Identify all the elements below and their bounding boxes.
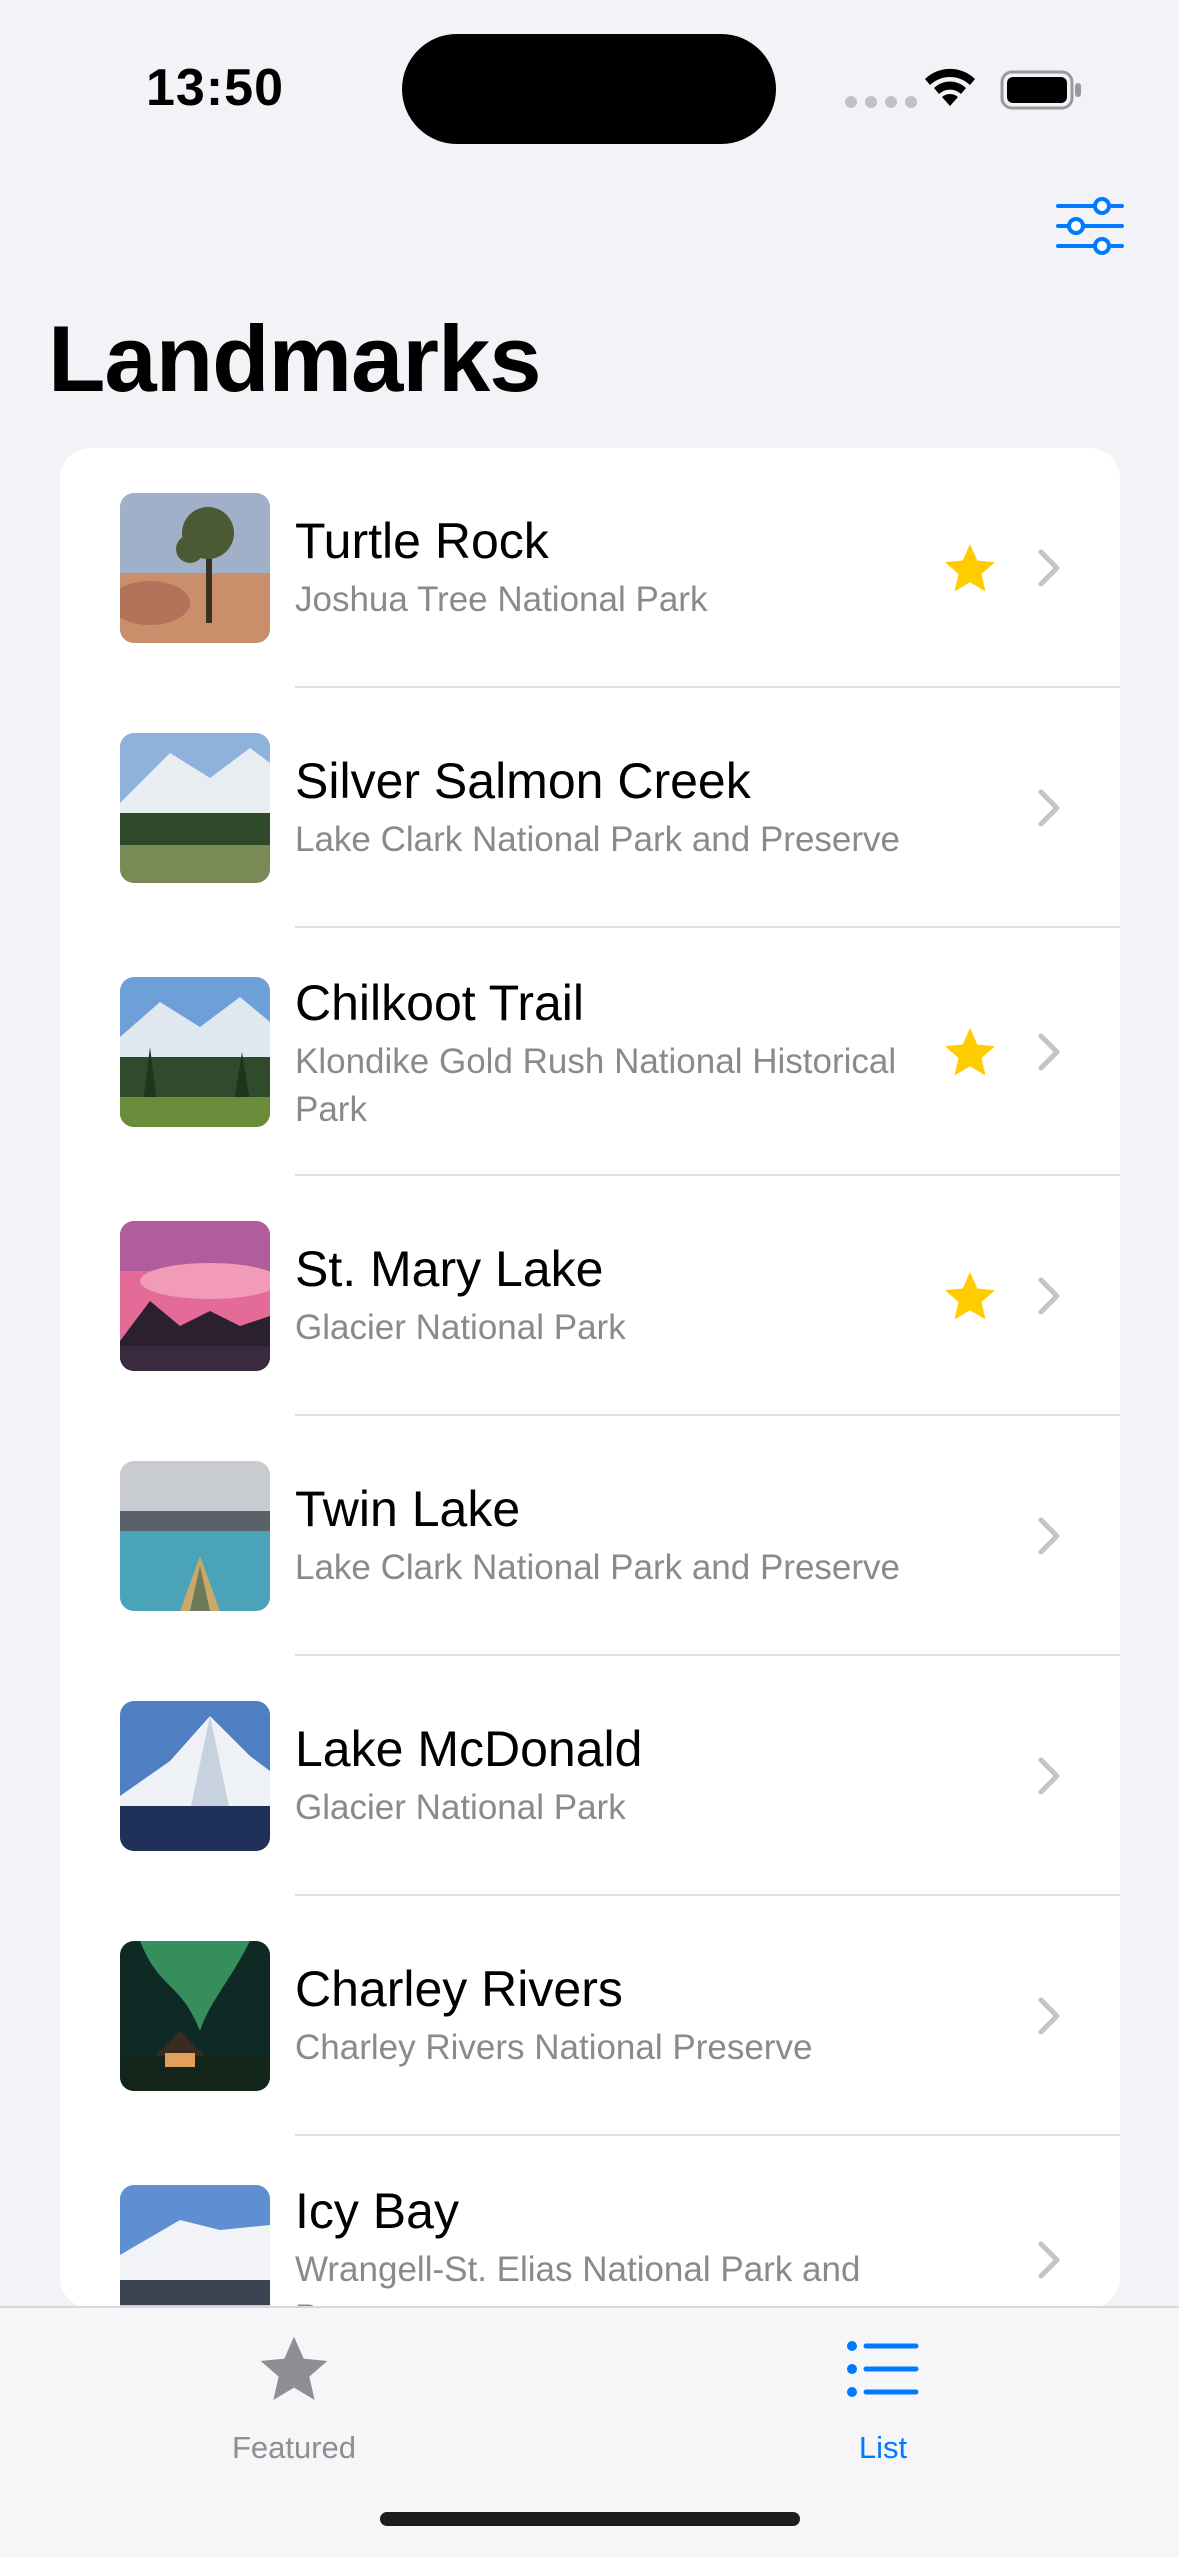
landmark-thumbnail [120,1701,270,1851]
chevron-right-icon [1038,1517,1060,1555]
favorite-star-icon [945,1272,995,1320]
dynamic-island [402,34,776,144]
chevron-right-icon [1038,789,1060,827]
chevron-right-icon [1038,1277,1060,1315]
list-item[interactable]: Charley Rivers Charley Rivers National P… [60,1896,1120,2136]
landmark-name: Lake McDonald [295,1721,643,1777]
list-icon [847,2341,919,2397]
chevron-right-icon [1038,1997,1060,2035]
tab-list[interactable]: List [733,2308,1033,2488]
landmark-thumbnail [120,493,270,643]
tab-label: Featured [231,2430,357,2465]
chevron-right-icon [1038,2241,1060,2279]
landmark-name: Charley Rivers [295,1961,623,2017]
landmark-name: Icy Bay [295,2183,459,2239]
favorite-star-icon [945,1028,995,1076]
landmark-thumbnail [120,1221,270,1371]
battery-icon [1000,70,1081,110]
list-item[interactable]: Twin Lake Lake Clark National Park and P… [60,1416,1120,1656]
landmark-name: Chilkoot Trail [295,975,584,1031]
chevron-right-icon [1038,1757,1060,1795]
landmark-park: Klondike Gold Rush National Historical P… [295,1042,897,1129]
landmark-park: Wrangell-St. Elias National Park and Pre… [295,2250,861,2308]
status-time: 13:50 [146,59,284,117]
landmark-park: Joshua Tree National Park [295,580,708,619]
landmark-name: Twin Lake [295,1481,521,1537]
home-indicator [380,2512,800,2526]
landmark-thumbnail [120,2185,270,2308]
landmark-park: Glacier National Park [295,1308,626,1347]
page-title: Landmarks [48,306,542,411]
wifi-icon [925,68,975,106]
landmark-park: Charley Rivers National Preserve [295,2028,813,2067]
landmark-thumbnail [120,977,270,1127]
landmark-name: Silver Salmon Creek [295,753,751,809]
landmark-list: Turtle Rock Joshua Tree National Park Si… [60,448,1120,2308]
tab-label: List [858,2430,908,2465]
landmark-park: Lake Clark National Park and Preserve [295,820,901,859]
star-icon [260,2336,328,2400]
landmark-park: Lake Clark National Park and Preserve [295,1548,901,1587]
list-item[interactable]: Icy Bay Wrangell-St. Elias National Park… [60,2136,1120,2308]
favorite-star-icon [945,544,995,592]
landmark-name: St. Mary Lake [295,1241,604,1297]
landmark-thumbnail [120,1461,270,1611]
landmark-thumbnail [120,733,270,883]
chevron-right-icon [1038,549,1060,587]
list-item[interactable]: Turtle Rock Joshua Tree National Park [60,448,1120,688]
list-item[interactable]: Silver Salmon Creek Lake Clark National … [60,688,1120,928]
list-item[interactable]: Lake McDonald Glacier National Park [60,1656,1120,1896]
filter-icon[interactable] [1056,196,1124,256]
tab-featured[interactable]: Featured [144,2308,444,2488]
list-item[interactable]: St. Mary Lake Glacier National Park [60,1176,1120,1416]
chevron-right-icon [1038,1033,1060,1071]
cellular-signal-icon [845,96,917,108]
landmark-name: Turtle Rock [295,513,549,569]
list-item[interactable]: Chilkoot Trail Klondike Gold Rush Nation… [60,928,1120,1176]
landmark-thumbnail [120,1941,270,2091]
landmark-park: Glacier National Park [295,1788,626,1827]
